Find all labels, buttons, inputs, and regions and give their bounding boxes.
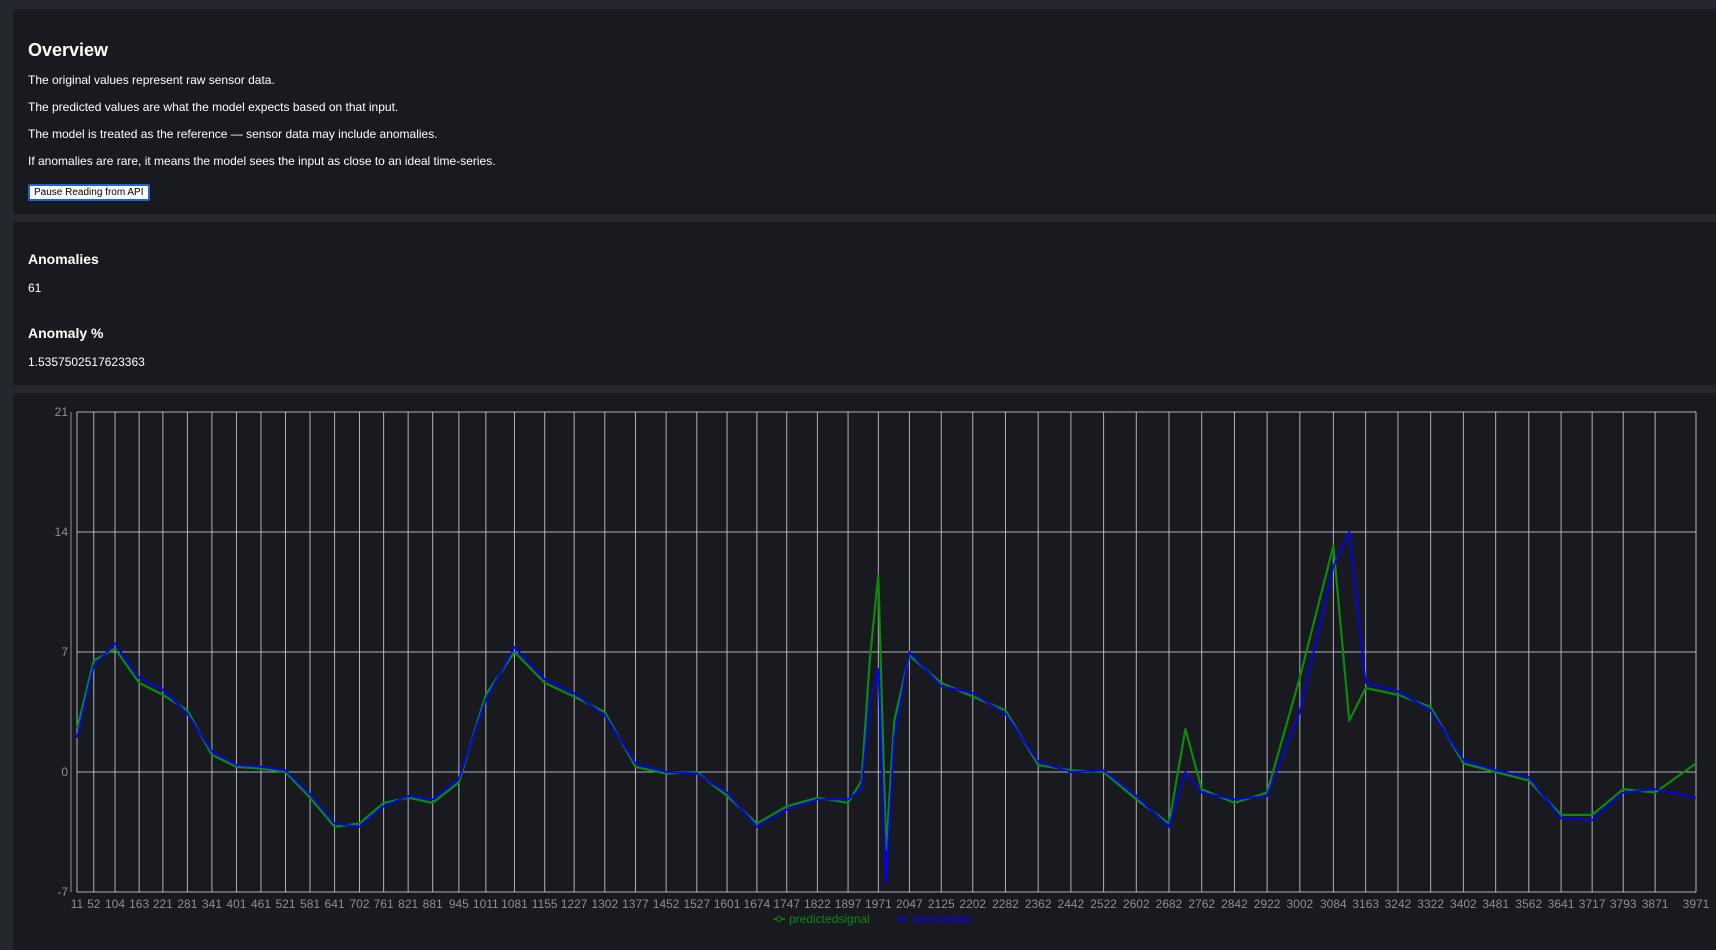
y-tick-label: 7 [61,645,68,659]
legend-label-predictedsignal: predictedsignal [789,912,870,926]
x-tick-label: 821 [398,897,418,911]
x-tick-label: 2602 [1123,897,1150,911]
x-tick-label: 3717 [1579,897,1606,911]
x-tick-label: 1897 [835,897,862,911]
legend-marker-predictedsignal [776,916,782,922]
x-tick-label: 2125 [928,897,955,911]
x-tick-label: 3641 [1548,897,1575,911]
anomalies-count: 61 [28,281,42,295]
legend-marker-sensordata [899,916,905,922]
overview-line-original: The original values represent raw sensor… [28,73,275,87]
anomaly-percent-value: 1.5357502517623363 [28,355,145,369]
x-tick-label: 163 [129,897,149,911]
y-tick-label: 21 [55,405,69,419]
x-tick-label: 641 [325,897,345,911]
x-tick-label: 581 [300,897,320,911]
x-tick-label: 945 [449,897,469,911]
x-tick-label: 11 [71,897,84,911]
x-tick-label: 3481 [1482,897,1509,911]
chart-panel: -7 0 7 14 21 11 52 104 163 221 281 341 401 461 521 581 6… [13,393,1716,950]
x-tick-label: 3971 [1683,897,1710,911]
pause-reading-button[interactable]: Pause Reading from API [28,184,150,201]
x-tick-label: 1302 [591,897,618,911]
x-tick-label: 461 [251,897,271,911]
legend-label-sensordata: sensordata [912,912,972,926]
y-tick-label: 14 [55,525,69,539]
x-tick-label: 1377 [622,897,649,911]
y-tick-label: 0 [61,765,68,779]
x-tick-label: 521 [275,897,295,911]
overview-line-reference: The model is treated as the reference — … [28,127,438,141]
x-tick-label: 2922 [1254,897,1281,911]
stats-panel: Anomalies 61 Anomaly % 1.535750251762336… [13,222,1716,385]
x-tick-label: 2762 [1188,897,1215,911]
y-tick-label: -7 [57,885,68,899]
x-tick-label: 3793 [1610,897,1637,911]
x-tick-label: 2842 [1221,897,1248,911]
x-tick-label: 401 [226,897,246,911]
x-tick-label: 2442 [1058,897,1085,911]
overview-panel: Overview The original values represent r… [13,9,1716,214]
x-tick-label: 3163 [1352,897,1379,911]
x-tick-label: 1822 [804,897,831,911]
x-tick-label: 1452 [653,897,680,911]
x-tick-label: 761 [374,897,394,911]
x-tick-label: 1081 [501,897,528,911]
x-tick-label: 104 [105,897,125,911]
x-tick-label: 3871 [1642,897,1669,911]
x-tick-label: 281 [177,897,197,911]
series-line-predictedsignal [75,544,1697,851]
x-tick-label: 52 [87,897,101,911]
x-tick-label: 3084 [1320,897,1347,911]
x-tick-label: 3402 [1450,897,1477,911]
x-tick-label: 3322 [1417,897,1444,911]
x-tick-label: 3562 [1515,897,1542,911]
overview-title: Overview [28,40,109,60]
time-series-chart: -7 0 7 14 21 11 52 104 163 221 281 341 401 461 521 581 6… [55,405,1710,926]
x-tick-label: 3002 [1286,897,1313,911]
x-tick-label: 702 [349,897,369,911]
anomaly-percent-heading: Anomaly % [28,325,104,341]
x-tick-label: 1227 [561,897,588,911]
x-tick-label: 1527 [683,897,710,911]
x-tick-label: 1011 [473,897,499,911]
x-tick-label: 2362 [1025,897,1052,911]
x-tick-label: 1674 [744,897,771,911]
x-tick-label: 221 [153,897,173,911]
x-tick-label: 1155 [532,897,558,911]
x-tick-label: 2682 [1156,897,1183,911]
x-tick-label: 1601 [714,897,741,911]
overview-line-predicted: The predicted values are what the model … [28,100,399,114]
x-tick-label: 1971 [865,897,892,911]
x-tick-label: 2047 [896,897,923,911]
x-tick-label: 341 [202,897,222,911]
x-tick-label: 881 [423,897,443,911]
x-tick-label: 2202 [959,897,986,911]
x-tick-label: 1747 [773,897,800,911]
x-tick-label: 2522 [1090,897,1117,911]
x-tick-label: 3242 [1385,897,1412,911]
overview-line-rare: If anomalies are rare, it means the mode… [28,154,496,168]
anomalies-heading: Anomalies [28,251,99,267]
x-tick-label: 2282 [992,897,1019,911]
